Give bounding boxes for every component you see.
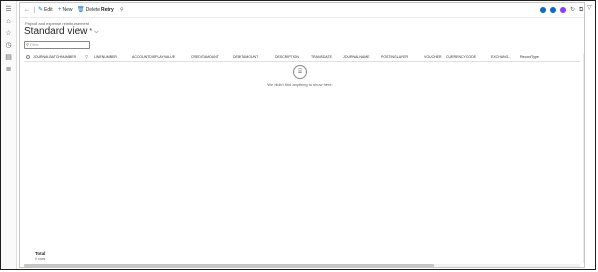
search-button[interactable]: ⚲ xyxy=(120,6,124,14)
back-arrow-icon: ← xyxy=(24,7,30,13)
column-header[interactable]: VOUCHER xyxy=(424,54,442,60)
column-header[interactable]: ACCOUNTDISPLAYVALUE xyxy=(132,54,175,60)
filter-pane-icon[interactable]: ▽ xyxy=(587,4,592,11)
modified-marker: * xyxy=(89,28,93,35)
search-icon: ⚲ xyxy=(26,42,29,47)
empty-state-icon: ⌸ xyxy=(293,65,307,79)
toolbar-right-icons: ↻ ⧉ xyxy=(540,7,583,13)
clock-icon[interactable]: ◷ xyxy=(4,41,13,50)
settings-icon[interactable] xyxy=(540,7,546,13)
refresh-icon[interactable]: ↻ xyxy=(570,7,575,13)
column-header[interactable]: RecordType xyxy=(520,54,539,60)
navigation-rail: ☰ ⌂ ☆ ◷ ▤ ≣ xyxy=(1,1,17,269)
total-count: 0 rows xyxy=(35,257,46,261)
info-icon[interactable] xyxy=(550,7,556,13)
column-header[interactable]: POSTINGLAYER xyxy=(381,54,408,60)
select-all-checkbox[interactable] xyxy=(26,55,30,59)
column-header[interactable]: TRANSDATE xyxy=(311,54,332,60)
home-icon[interactable]: ⌂ xyxy=(4,17,13,26)
toolbar-divider xyxy=(34,7,35,13)
delete-label: Delete xyxy=(85,7,101,13)
page-title: Standard view xyxy=(24,26,88,37)
view-selector[interactable]: Standard view * ⌵ xyxy=(24,26,99,38)
empty-state-message: We didn't find anything to show here. xyxy=(267,82,333,87)
grid-header: JOURNALBATCHNUMBER ▽ LINENUMBER ACCOUNTD… xyxy=(24,53,580,62)
column-header[interactable]: LINENUMBER xyxy=(94,54,117,60)
filter-funnel-icon[interactable]: ▽ xyxy=(85,54,88,59)
search-icon: ⚲ xyxy=(120,7,124,13)
main-content: ← ✎ Edit + New 🗑 Delete Retry ⚲ ↻ ⧉ Payroll… xyxy=(19,2,585,268)
column-header[interactable]: JOURNALNAME xyxy=(343,54,369,60)
pencil-icon: ✎ xyxy=(38,7,44,13)
total-label: Total xyxy=(35,251,46,256)
column-header[interactable]: DEBITAMOUNT xyxy=(233,54,258,60)
star-icon[interactable]: ☆ xyxy=(4,29,13,38)
new-label: New xyxy=(62,7,73,13)
horizontal-scrollbar[interactable] xyxy=(24,264,580,267)
retry-button[interactable]: Retry xyxy=(101,6,114,14)
trash-icon: 🗑 xyxy=(77,7,85,13)
scrollbar-thumb[interactable] xyxy=(24,264,434,267)
filter-input[interactable]: ⚲ Filter xyxy=(24,41,90,49)
edit-button[interactable]: ✎ Edit xyxy=(38,6,53,14)
column-header[interactable]: JOURNALBATCHNUMBER xyxy=(33,54,76,60)
open-new-window-icon[interactable]: ⧉ xyxy=(579,7,583,13)
column-header[interactable]: CURRENCYCODE xyxy=(446,54,476,60)
filter-placeholder: Filter xyxy=(30,42,39,47)
edit-label: Edit xyxy=(44,7,53,13)
modules-icon[interactable]: ▤ xyxy=(4,53,13,62)
back-button[interactable]: ← xyxy=(24,6,30,14)
list-icon[interactable]: ≣ xyxy=(4,65,13,74)
copilot-icon[interactable] xyxy=(560,7,566,13)
column-header[interactable]: DESCRIPTION xyxy=(275,54,299,60)
chevron-down-icon: ⌵ xyxy=(94,29,99,35)
plus-icon: + xyxy=(58,7,62,13)
column-header[interactable]: EXCHANG... xyxy=(491,54,511,60)
delete-button[interactable]: 🗑 Delete xyxy=(77,6,100,14)
action-pane: ← ✎ Edit + New 🗑 Delete Retry ⚲ ↻ ⧉ xyxy=(20,3,584,18)
new-button[interactable]: + New xyxy=(58,6,73,14)
grid-right-border xyxy=(583,53,584,263)
column-header[interactable]: CREDITAMOUNT xyxy=(191,54,219,60)
hamburger-icon[interactable]: ☰ xyxy=(4,5,13,14)
